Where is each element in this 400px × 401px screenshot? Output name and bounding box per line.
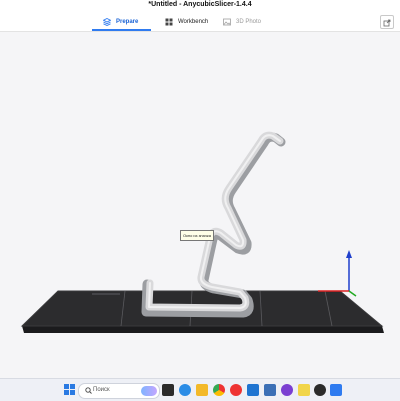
chat-icon[interactable] <box>314 384 326 396</box>
file-explorer-icon[interactable] <box>162 384 174 396</box>
axis-gizmo <box>318 250 357 297</box>
window-action-button[interactable] <box>380 15 394 29</box>
tab-prepare-label: Prepare <box>116 19 139 25</box>
edge-icon[interactable] <box>196 384 208 396</box>
taskbar: Поиск <box>0 378 400 401</box>
yandex-icon[interactable] <box>298 384 310 396</box>
tab-3d-photo[interactable]: 3D Photo <box>223 15 261 29</box>
app-icon[interactable] <box>264 384 276 396</box>
z-axis-arrow <box>346 250 352 258</box>
window-title: *Untitled - AnycubicSlicer-1.4.4 <box>148 1 252 8</box>
grid-icon <box>165 18 173 26</box>
build-plate-front <box>22 326 384 333</box>
export-icon <box>383 19 391 27</box>
scene-canvas[interactable] <box>0 32 400 378</box>
taskbar-search[interactable]: Поиск <box>78 383 160 399</box>
tab-workbench[interactable]: Workbench <box>165 15 208 29</box>
y-axis <box>348 290 357 297</box>
search-placeholder: Поиск <box>93 387 110 393</box>
phone-stand-model[interactable] <box>141 131 286 318</box>
tab-prepare[interactable]: Prepare <box>103 15 138 29</box>
tab-3d-photo-label: 3D Photo <box>236 19 262 25</box>
photo-icon <box>223 18 231 26</box>
tab-bar: Prepare Workbench 3D Photo <box>0 12 400 32</box>
tooltip: Окно из значка <box>180 230 214 241</box>
tab-workbench-label: Workbench <box>178 19 209 25</box>
search-highlight-icon <box>141 386 157 396</box>
media-icon[interactable] <box>281 384 293 396</box>
3d-viewport[interactable]: Окно из значка <box>0 32 400 378</box>
mail-icon[interactable] <box>230 384 242 396</box>
browser-icon[interactable] <box>179 384 191 396</box>
store-icon[interactable] <box>247 384 259 396</box>
cube-stack-icon <box>103 18 111 26</box>
search-icon <box>85 387 92 394</box>
active-tab-indicator <box>92 29 151 31</box>
chrome-icon[interactable] <box>213 384 225 396</box>
window-titlebar: *Untitled - AnycubicSlicer-1.4.4 <box>0 0 400 12</box>
build-plate-logo <box>92 293 120 295</box>
windows-start-icon[interactable] <box>64 384 75 395</box>
slicer-icon[interactable] <box>330 384 342 396</box>
